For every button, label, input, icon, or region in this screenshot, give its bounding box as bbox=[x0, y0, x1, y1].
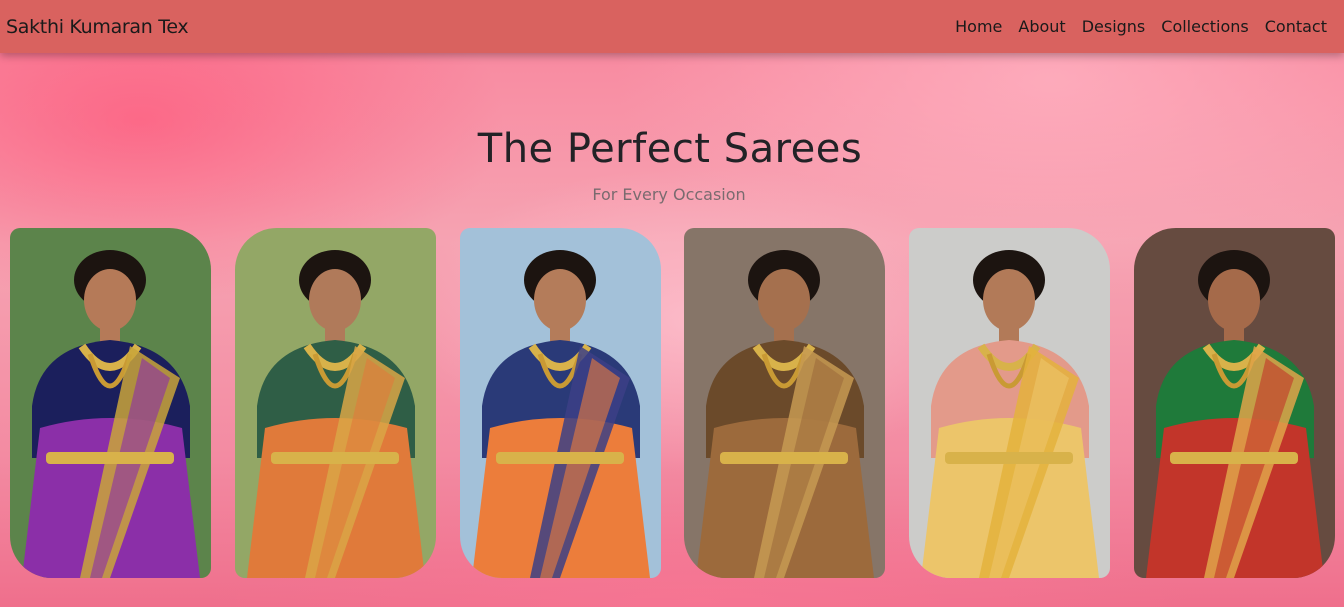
nav-link-contact[interactable]: Contact bbox=[1265, 17, 1327, 36]
saree-photo-card-5[interactable] bbox=[909, 228, 1110, 578]
saree-photo bbox=[460, 228, 661, 578]
hero-subtitle: For Every Occasion bbox=[592, 185, 746, 204]
hero-title: The Perfect Sarees bbox=[477, 126, 863, 172]
saree-photo bbox=[10, 228, 211, 578]
brand-logo-text[interactable]: Sakthi Kumaran Tex bbox=[6, 16, 189, 38]
saree-photo-card-6[interactable] bbox=[1134, 228, 1335, 578]
nav-link-about[interactable]: About bbox=[1018, 17, 1065, 36]
saree-gallery bbox=[10, 228, 1340, 578]
nav-link-designs[interactable]: Designs bbox=[1082, 17, 1146, 36]
saree-photo-card-1[interactable] bbox=[10, 228, 211, 578]
navbar: Sakthi Kumaran Tex Home About Designs Co… bbox=[0, 0, 1344, 53]
saree-photo bbox=[684, 228, 885, 578]
saree-photo bbox=[235, 228, 436, 578]
saree-photo-card-2[interactable] bbox=[235, 228, 436, 578]
nav-link-collections[interactable]: Collections bbox=[1161, 17, 1248, 36]
saree-photo bbox=[1134, 228, 1335, 578]
nav-link-home[interactable]: Home bbox=[955, 17, 1002, 36]
saree-photo bbox=[909, 228, 1110, 578]
saree-photo-card-4[interactable] bbox=[684, 228, 885, 578]
saree-photo-card-3[interactable] bbox=[460, 228, 661, 578]
nav-links: Home About Designs Collections Contact bbox=[955, 17, 1327, 36]
